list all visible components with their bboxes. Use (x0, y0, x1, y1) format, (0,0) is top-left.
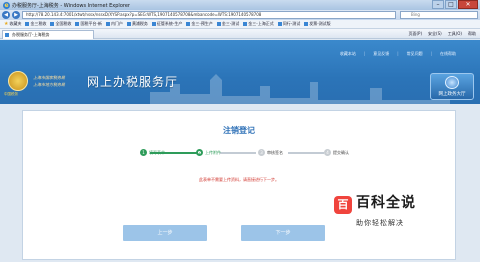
command-bar: 页面(P) 安全(S) 工具(O) 帮助 (403, 30, 477, 38)
watermark-title: 百科全说 (356, 195, 416, 211)
back-button[interactable]: ◀ (2, 11, 10, 19)
favorite-link[interactable]: 同行-测试 (277, 21, 300, 27)
star-icon: ★ (4, 21, 9, 27)
page-icon (151, 22, 156, 26)
site-header: 收藏本站 意见反馈 常见问题 在线帮助 中国税务 上海市国家税务局 上海市地方税… (0, 40, 480, 104)
page-icon (50, 22, 55, 26)
online-hall-button[interactable]: 网上政务大厅 (430, 73, 474, 100)
notice-text: 此表单不需要上传资料，请直接进行下一步。 (199, 177, 279, 182)
page-icon (5, 33, 9, 37)
search-input[interactable]: Bing (400, 11, 478, 19)
window-title: 办税服务厅-上海税务 - Windows Internet Explorer (12, 2, 130, 9)
tax-emblem-icon (8, 71, 28, 91)
bureau-name-state: 上海市国家税务局 (33, 75, 65, 80)
help-menu[interactable]: 帮助 (468, 30, 476, 38)
tools-menu[interactable]: 工具(O) (448, 30, 462, 38)
step-4: 4 提交确认 (324, 149, 349, 156)
minimize-button[interactable]: – (432, 0, 444, 9)
step-1: 1 填写表单 (140, 149, 165, 156)
favorites-bar: ★ 收藏夹 金三税收 全国税收 国税平台-新 内门户 黄浦税务 征管系统-生产 金… (0, 20, 480, 29)
favorite-link[interactable]: 金三-预生产 (186, 21, 213, 27)
browser-tab[interactable]: 办税服务厅-上海税务 (2, 30, 94, 39)
step-3: 3 审核签名 (258, 149, 283, 156)
url-field[interactable]: http://78.20.143.4:7001/xtwt/nssx/nssxD/… (22, 11, 396, 19)
window-controls: – □ ✕ (431, 0, 478, 9)
header-links: 收藏本站 意见反馈 常见问题 在线帮助 (332, 51, 456, 57)
bureau-name-local: 上海市地方税务局 (33, 82, 65, 87)
watermark-logo: 百 (334, 196, 352, 214)
step-2: 2 上传附件 (196, 149, 221, 156)
page-icon (75, 22, 80, 26)
close-button[interactable]: ✕ (458, 0, 478, 9)
favorite-link[interactable]: 征管系统-生产 (151, 21, 182, 27)
ie-icon: e (3, 1, 10, 9)
favorite-link[interactable]: 发票-测试版 (304, 21, 331, 27)
forward-button[interactable]: ▶ (12, 11, 20, 19)
globe-icon (445, 76, 459, 89)
main-content: 注销登记 1 填写表单 2 上传附件 3 审核签名 4 提交确认 此表单不需要上… (0, 104, 480, 262)
watermark-subtitle: 助你轻松解决 (356, 219, 404, 227)
previous-step-button[interactable]: 上一步 (123, 225, 207, 241)
address-bar: ◀ ▶ http://78.20.143.4:7001/xtwt/nssx/ns… (0, 10, 480, 20)
next-step-button[interactable]: 下一步 (241, 225, 325, 241)
favorite-link[interactable]: 金三-上海正式 (243, 21, 274, 27)
favorites-button[interactable]: ★ 收藏夹 (4, 21, 21, 27)
faq-link[interactable]: 常见问题 (397, 51, 423, 57)
favorite-link[interactable]: 全国税收 (50, 21, 71, 27)
page-menu[interactable]: 页面(P) (409, 30, 423, 38)
site-title: 网上办税服务厅 (87, 75, 179, 89)
window-titlebar: e 办税服务厅-上海税务 - Windows Internet Explorer… (0, 0, 480, 10)
page-icon (243, 22, 248, 26)
page-icon (216, 22, 221, 26)
feedback-link[interactable]: 意见反馈 (364, 51, 389, 57)
step-indicator: 1 填写表单 2 上传附件 3 审核签名 4 提交确认 (140, 149, 360, 159)
maximize-button[interactable]: □ (445, 0, 457, 9)
favorite-link[interactable]: 内门户 (105, 21, 123, 27)
favorite-link[interactable]: 金三税收 (25, 21, 46, 27)
online-help-link[interactable]: 在线帮助 (431, 51, 456, 57)
favorite-link[interactable]: 金三-测试 (216, 21, 239, 27)
page-icon (105, 22, 110, 26)
page-icon (126, 22, 131, 26)
skyline-decoration (150, 74, 450, 104)
tab-bar: 办税服务厅-上海税务 页面(P) 安全(S) 工具(O) 帮助 (0, 29, 480, 39)
emblem-caption: 中国税务 (4, 92, 18, 96)
favorite-link[interactable]: 国税平台-新 (75, 21, 102, 27)
page-icon (277, 22, 282, 26)
page-icon (25, 22, 30, 26)
page-icon (186, 22, 191, 26)
safety-menu[interactable]: 安全(S) (428, 30, 442, 38)
step-connector (220, 152, 256, 154)
favorite-site-link[interactable]: 收藏本站 (340, 51, 356, 57)
page-icon (304, 22, 309, 26)
step-connector (288, 152, 324, 154)
favorite-link[interactable]: 黄浦税务 (126, 21, 148, 27)
watermark: 百 百科全说 助你轻松解决 (334, 192, 452, 238)
form-title: 注销登记 (223, 126, 255, 135)
